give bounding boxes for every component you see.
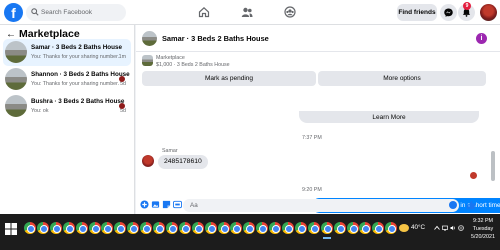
- sender-avatar: [142, 155, 154, 167]
- message-composer: [136, 197, 500, 214]
- chrome-taskbar-icon[interactable]: [101, 222, 114, 234]
- chrome-taskbar-icon[interactable]: [165, 222, 178, 234]
- listing-source: Marketplace: [156, 55, 185, 61]
- account-avatar[interactable]: [480, 4, 497, 21]
- scrollbar[interactable]: [491, 151, 495, 181]
- chrome-taskbar-icon[interactable]: [282, 222, 294, 234]
- search-icon: [31, 8, 39, 16]
- read-receipt-avatar: [470, 172, 477, 179]
- chrome-taskbar-icon[interactable]: [191, 222, 204, 234]
- chrome-taskbar-icon[interactable]: [36, 222, 49, 234]
- chrome-taskbar-icon[interactable]: [75, 222, 88, 234]
- network-icon[interactable]: [442, 225, 448, 231]
- chrome-taskbar-icon[interactable]: [294, 222, 307, 234]
- more-options-button[interactable]: More options: [318, 71, 486, 86]
- learn-more-button[interactable]: Learn More: [299, 111, 479, 123]
- marketplace-sidebar: ← Marketplace Samar · 3 Beds 2 Baths Hou…: [0, 25, 135, 214]
- image-icon[interactable]: [151, 200, 160, 209]
- chat-title[interactable]: Samar · 3 Beds 2 Baths House: [162, 34, 269, 43]
- conversation-time: 1m: [118, 54, 126, 60]
- conversation-snippet: You: Thanks for your sharing number...: [31, 81, 119, 87]
- weather-temperature: 40°C: [411, 224, 426, 231]
- search-box[interactable]: [26, 4, 126, 21]
- listing-thumbnail: [5, 41, 27, 63]
- facebook-logo[interactable]: f: [4, 3, 23, 22]
- listing-thumbnail: [5, 95, 27, 117]
- conversation-item[interactable]: Shannon · 3 Beds 2 Baths House You: Than…: [3, 66, 131, 93]
- chrome-taskbar-icon[interactable]: [320, 222, 333, 239]
- chrome-taskbar-icon[interactable]: [385, 222, 398, 234]
- home-icon[interactable]: [198, 6, 210, 18]
- plus-icon[interactable]: [140, 200, 149, 209]
- language-icon[interactable]: [458, 225, 464, 231]
- listing-thumbnail: [142, 55, 153, 66]
- system-clock[interactable]: 9:32 PM Tuesday 5/20/2021: [468, 217, 498, 241]
- mark-as-pending-button[interactable]: Mark as pending: [142, 71, 316, 86]
- friends-icon[interactable]: [241, 6, 253, 18]
- chrome-taskbar-icon[interactable]: [127, 222, 140, 234]
- messenger-button[interactable]: [440, 4, 457, 21]
- timestamp: 7:37 PM: [302, 135, 322, 141]
- chrome-taskbar-icon[interactable]: [217, 222, 230, 234]
- conversation-name: Bushra · 3 Beds 2 Baths House: [31, 98, 125, 105]
- chrome-taskbar-icon[interactable]: [307, 222, 320, 234]
- windows-taskbar: 40°C 9:32 PM Tuesday 5/20/2021: [0, 214, 500, 250]
- chat-header: Samar · 3 Beds 2 Baths House i: [136, 25, 500, 52]
- like-icon[interactable]: [466, 200, 476, 210]
- search-input[interactable]: [41, 6, 123, 19]
- timestamp: 9:20 PM: [302, 187, 322, 193]
- chrome-taskbar-icon[interactable]: [140, 222, 153, 234]
- listing-price: $1,000 · 3 Beds 2 Baths House: [156, 62, 230, 68]
- chrome-taskbar-icon[interactable]: [243, 222, 256, 234]
- clock-day: Tuesday: [472, 226, 494, 232]
- seen-avatar: [119, 76, 125, 82]
- weather-widget[interactable]: 40°C: [399, 222, 431, 236]
- listing-thumbnail: [5, 68, 27, 90]
- message-input[interactable]: [183, 199, 459, 212]
- chrome-taskbar-icon[interactable]: [256, 222, 269, 234]
- chrome-taskbar-icon[interactable]: [333, 222, 346, 234]
- message-thread: Learn More 7:37 PM Samar 2485178610 9:20…: [136, 111, 500, 219]
- incoming-message: 2485178610: [158, 155, 208, 169]
- chrome-taskbar-icon[interactable]: [153, 222, 165, 234]
- top-navigation-bar: f Find friends 9: [0, 0, 500, 25]
- listing-card: Marketplace $1,000 · 3 Beds 2 Baths Hous…: [142, 53, 486, 111]
- seen-avatar: [119, 103, 125, 109]
- conversation-item[interactable]: Bushra · 3 Beds 2 Baths House You: ok 5d: [3, 93, 131, 120]
- sender-name: Samar: [162, 148, 178, 154]
- weather-icon: [399, 224, 409, 232]
- clock-time: 9:32 PM: [472, 218, 494, 224]
- chrome-taskbar-icon[interactable]: [49, 222, 62, 234]
- emoji-icon[interactable]: [449, 201, 457, 209]
- chrome-taskbar-icon[interactable]: [62, 222, 75, 234]
- chrome-taskbar-icon[interactable]: [88, 222, 101, 234]
- sticker-icon[interactable]: [162, 200, 171, 209]
- chrome-taskbar-icon[interactable]: [269, 222, 282, 234]
- groups-icon[interactable]: [284, 6, 296, 18]
- clock-date: 5/20/2021: [471, 234, 495, 240]
- conversation-name: Shannon · 3 Beds 2 Baths House: [31, 71, 130, 78]
- messenger-icon: [444, 8, 453, 17]
- find-friends-button[interactable]: Find friends: [397, 4, 437, 21]
- chat-panel: Samar · 3 Beds 2 Baths House i Marketpla…: [136, 25, 500, 219]
- chrome-taskbar-icon[interactable]: [204, 222, 217, 234]
- conversation-name: Samar · 3 Beds 2 Baths House: [31, 44, 122, 51]
- chrome-taskbar-icon[interactable]: [24, 222, 36, 234]
- windows-start-icon[interactable]: [5, 223, 17, 235]
- volume-icon[interactable]: [450, 225, 456, 231]
- chrome-taskbar-icon[interactable]: [359, 222, 372, 234]
- chat-thumbnail: [142, 31, 157, 46]
- gif-icon[interactable]: [173, 200, 182, 209]
- chrome-taskbar-icon[interactable]: [230, 222, 243, 234]
- conversation-snippet: You: ok: [31, 108, 49, 114]
- chrome-taskbar-icon[interactable]: [372, 222, 385, 234]
- chrome-taskbar-icon[interactable]: [346, 222, 359, 234]
- conversation-item[interactable]: Samar · 3 Beds 2 Baths House You: Thanks…: [3, 39, 131, 66]
- info-icon[interactable]: i: [476, 33, 487, 44]
- chrome-taskbar-icon[interactable]: [178, 222, 191, 234]
- chrome-taskbar-icon[interactable]: [114, 222, 127, 234]
- chevron-up-icon[interactable]: [434, 225, 440, 231]
- conversation-snippet: You: Thanks for your sharing number...: [31, 54, 119, 60]
- notification-badge: 9: [463, 2, 471, 10]
